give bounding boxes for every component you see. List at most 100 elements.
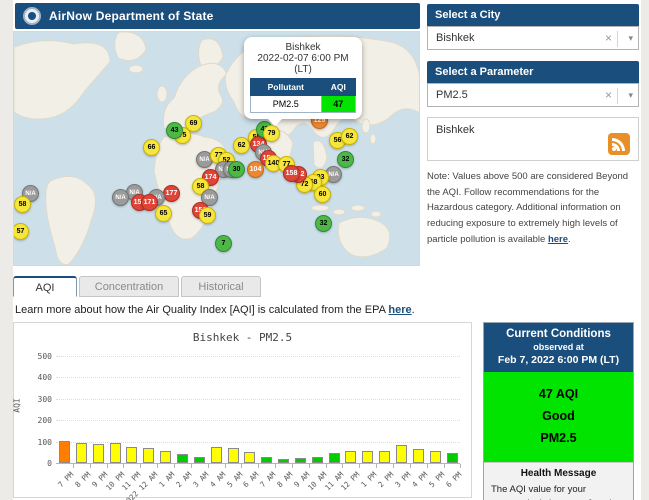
chart-bar[interactable]	[447, 453, 458, 463]
chart-y-tick-label: 200	[26, 416, 52, 425]
chart-bar[interactable]	[345, 451, 356, 463]
feed-box: Bishkek	[427, 117, 639, 161]
popup-col-aqi: AQI	[321, 79, 355, 96]
chart-bar[interactable]	[379, 451, 390, 463]
map-marker[interactable]: 177	[163, 185, 180, 202]
content: AirNow Department of State	[13, 0, 641, 500]
map-marker[interactable]: N/A	[112, 189, 129, 206]
chart-x-tick	[258, 464, 259, 468]
city-select[interactable]: Bishkek × ▾	[427, 26, 639, 50]
rss-icon[interactable]	[608, 133, 630, 155]
aqi-value: 47 AQI	[486, 384, 631, 406]
chart-title: Bishkek - PM2.5	[14, 331, 471, 344]
chart-x-tick	[241, 464, 242, 468]
map-marker[interactable]: 104	[247, 161, 264, 178]
state-department-seal-icon	[23, 7, 41, 25]
popup-table: Pollutant AQI PM2.5 47	[250, 78, 356, 113]
map-marker[interactable]: 59	[199, 207, 216, 224]
chart-gridline	[56, 420, 460, 421]
chart-bar[interactable]	[126, 447, 137, 463]
map-marker[interactable]: 66	[143, 139, 160, 156]
chart-bar[interactable]	[110, 443, 121, 463]
chart-bar[interactable]	[177, 454, 188, 463]
popup-aqi-value: 47	[321, 96, 355, 113]
current-conditions-header: Current Conditions observed at Feb 7, 20…	[484, 323, 633, 372]
chart-x-tick-label: 8 PM	[73, 470, 92, 489]
map-marker[interactable]: 43	[166, 122, 183, 139]
chart-x-tick	[73, 464, 74, 468]
chart-bar[interactable]	[278, 459, 289, 463]
chart-gridline	[56, 377, 460, 378]
chart-x-tick	[292, 464, 293, 468]
city-caret-down-icon[interactable]: ▾	[628, 33, 633, 44]
chart-bar[interactable]	[329, 453, 340, 463]
chart-bar[interactable]	[295, 458, 306, 463]
chart-x-tick	[140, 464, 141, 468]
health-message-text: The AQI value for your community is betw…	[491, 483, 626, 500]
parameter-clear-icon[interactable]: ×	[605, 88, 612, 102]
note-text: Note: Values above 500 are considered Be…	[427, 169, 639, 247]
map-marker[interactable]: 30	[228, 161, 245, 178]
chart-y-axis-label: AQI	[13, 398, 22, 412]
tab-historical[interactable]: Historical	[181, 276, 261, 297]
chart-x-tick	[359, 464, 360, 468]
map-marker[interactable]: 65	[155, 205, 172, 222]
chart-y-tick-label: 500	[26, 352, 52, 361]
tab-bar: AQI Concentration Historical	[13, 276, 263, 297]
chart-x-tick	[174, 464, 175, 468]
parameter-select[interactable]: PM2.5 × ▾	[427, 83, 639, 107]
chart-bar[interactable]	[228, 448, 239, 463]
chart-x-tick	[444, 464, 445, 468]
note-here-link[interactable]: here	[548, 234, 568, 245]
select-divider	[617, 31, 618, 47]
popup-col-pollutant: Pollutant	[251, 79, 322, 96]
chart-bar[interactable]	[362, 451, 373, 463]
chart-x-tick	[157, 464, 158, 468]
health-message-title: Health Message	[491, 468, 626, 479]
chart-bar[interactable]	[396, 445, 407, 463]
world-map[interactable]: 6669754362551344779N/A15414077104N/A7752…	[13, 31, 420, 266]
map-marker[interactable]: 7	[215, 235, 232, 252]
chart-bar[interactable]	[261, 457, 272, 463]
chart-bar[interactable]	[430, 451, 441, 463]
chart-bar[interactable]	[93, 444, 104, 463]
chart-bar[interactable]	[211, 447, 222, 463]
map-marker[interactable]: 60	[314, 186, 331, 203]
observed-at-label: observed at	[486, 342, 631, 352]
chart-bar[interactable]	[59, 441, 70, 463]
map-marker[interactable]: 58	[14, 196, 31, 213]
chart-x-tick-label: 1 PM	[360, 470, 379, 489]
chart-x-tick-label: 6 PM	[444, 470, 463, 489]
map-marker[interactable]: 158	[283, 165, 300, 182]
tab-concentration[interactable]: Concentration	[79, 276, 179, 297]
chart-x-tick-label: 4 PM	[410, 470, 429, 489]
current-conditions-title: Current Conditions	[486, 328, 631, 340]
app-title: AirNow Department of State	[49, 9, 214, 23]
chart-x-tick-label: 2 PM	[376, 470, 395, 489]
tab-aqi[interactable]: AQI	[13, 276, 77, 297]
chart-x-tick	[191, 464, 192, 468]
chart-bar[interactable]	[143, 448, 154, 463]
chart-bar[interactable]	[312, 457, 323, 463]
chart-x-tick	[208, 464, 209, 468]
select-divider	[617, 88, 618, 104]
chart-bar[interactable]	[413, 449, 424, 463]
map-marker[interactable]: 32	[337, 151, 354, 168]
chart-x-tick-label: 6 AM	[242, 470, 261, 489]
chart-bar[interactable]	[194, 457, 205, 463]
parameter-caret-down-icon[interactable]: ▾	[628, 90, 633, 101]
app-header: AirNow Department of State	[15, 3, 420, 29]
city-clear-icon[interactable]: ×	[605, 31, 612, 45]
chart-bar[interactable]	[244, 452, 255, 463]
chart-x-tick-label: 5 AM	[225, 470, 244, 489]
select-parameter-header: Select a Parameter	[427, 61, 639, 83]
learn-more-period: .	[412, 304, 415, 316]
chart-bar[interactable]	[76, 443, 87, 463]
learn-more-here-link[interactable]: here	[388, 304, 411, 316]
chart-x-tick-label: 4 AM	[208, 470, 227, 489]
map-marker[interactable]: 62	[341, 128, 358, 145]
aqi-pollutant: PM2.5	[486, 428, 631, 450]
chart-bar[interactable]	[160, 451, 171, 463]
chart-x-tick	[90, 464, 91, 468]
map-marker[interactable]: 32	[315, 215, 332, 232]
